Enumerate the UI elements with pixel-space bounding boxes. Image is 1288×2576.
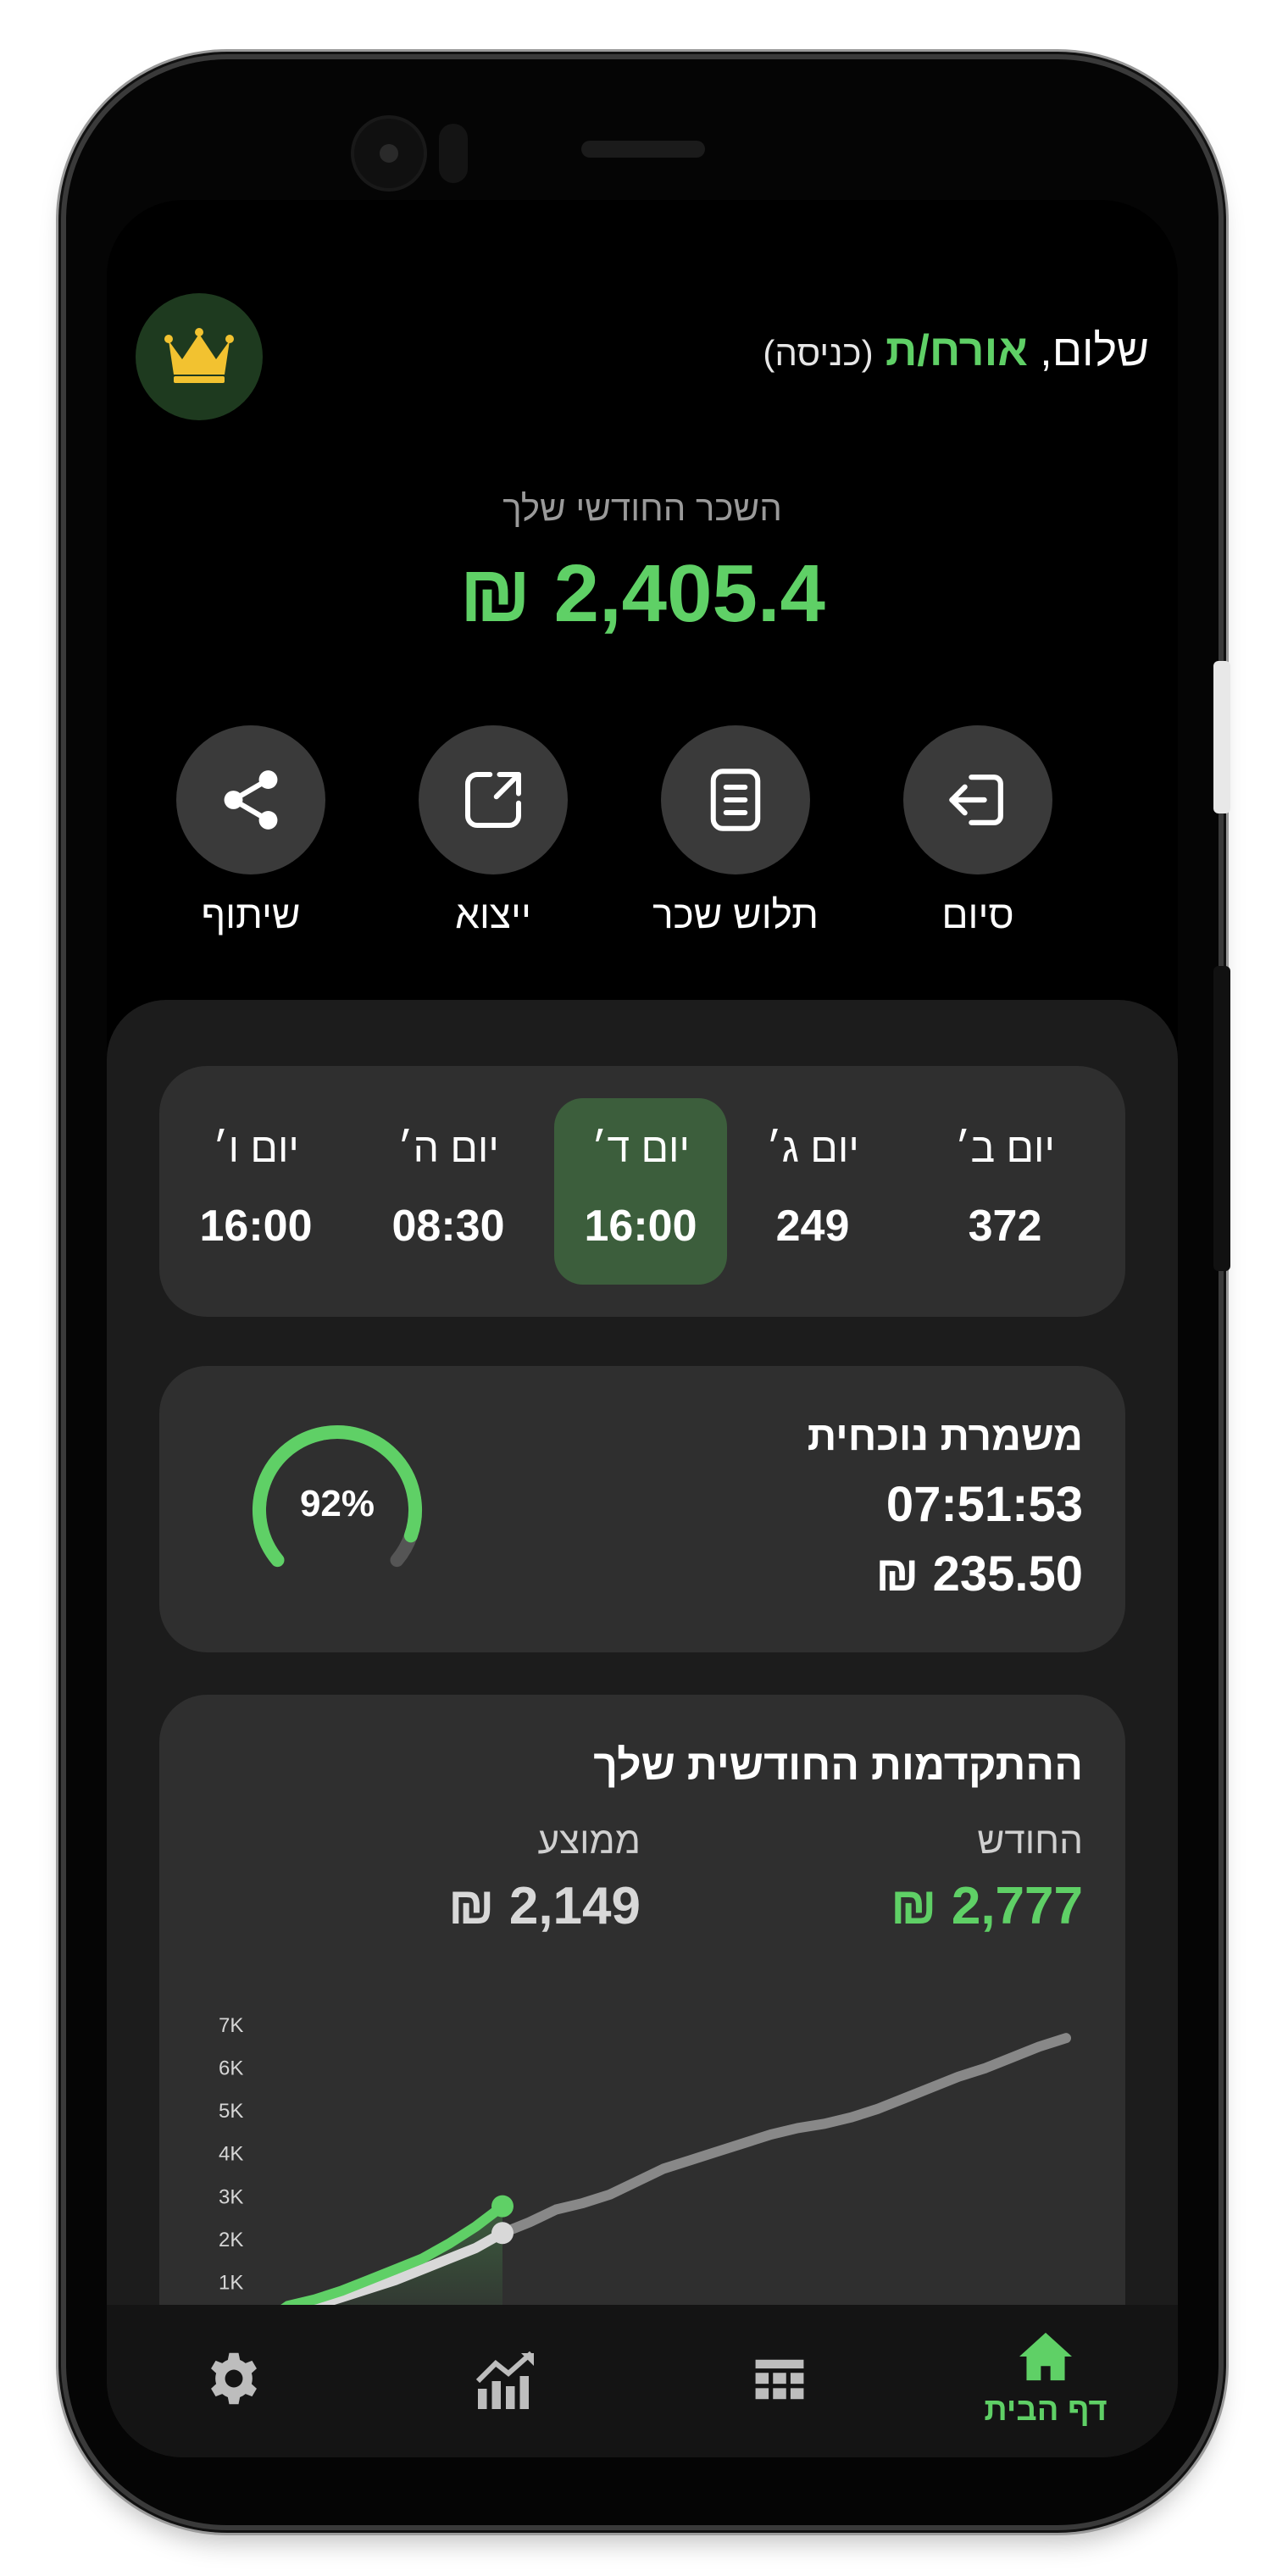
gauge-percent: 92% xyxy=(299,1483,375,1524)
day-wed[interactable]: יום ד׳ 16:00 xyxy=(554,1098,727,1285)
day-thu[interactable]: יום ה׳ 08:30 xyxy=(362,1098,535,1285)
bottom-navigation: דף הבית xyxy=(107,2305,1178,2457)
average-label: ממוצע xyxy=(537,1820,641,1862)
chart-icon xyxy=(475,2351,534,2409)
day-value: 08:30 xyxy=(391,1202,505,1251)
series-end-point-0 xyxy=(491,2195,514,2218)
table-icon xyxy=(755,2359,804,2400)
salary-value: ₪ 2,405.4 xyxy=(459,548,825,639)
y-tick-label: 7K xyxy=(219,2014,243,2037)
end-shift-button[interactable]: סיום xyxy=(859,725,1096,937)
day-value: 16:00 xyxy=(584,1202,697,1251)
progress-title: ההתקדמות החודשית שלך xyxy=(593,1741,1083,1789)
series-end-point-1 xyxy=(491,2222,514,2245)
day-value: 249 xyxy=(775,1202,850,1251)
day-name: יום ב׳ xyxy=(954,1126,1055,1171)
month-label: החודש xyxy=(977,1820,1083,1862)
home-icon xyxy=(1019,2332,1072,2381)
nav-home-label: דף הבית xyxy=(984,2392,1108,2428)
y-tick-label: 1K xyxy=(219,2271,243,2294)
crown-icon xyxy=(164,328,234,383)
shift-title: משמרת נוכחית xyxy=(807,1414,1083,1459)
share-icon xyxy=(224,770,278,830)
day-name: יום ה׳ xyxy=(397,1126,499,1171)
y-tick-label: 6K xyxy=(219,2057,243,2080)
premium-button[interactable] xyxy=(136,293,263,420)
content-sheet: יום ב׳ 372 יום ג׳ 249 יום ד׳ 16:00 יום ה… xyxy=(107,1000,1178,2457)
share-circle[interactable] xyxy=(176,725,325,874)
shift-progress-gauge: 92% xyxy=(244,1417,430,1603)
day-name: יום ד׳ xyxy=(591,1126,690,1171)
export-circle[interactable] xyxy=(419,725,568,874)
share-label: שיתוף xyxy=(201,892,301,936)
export-label: ייצוא xyxy=(455,892,531,936)
day-value: 372 xyxy=(968,1202,1042,1251)
series-line-2 xyxy=(497,2033,1071,2239)
earpiece-speaker xyxy=(581,141,705,158)
power-button xyxy=(1213,661,1230,813)
settings-icon xyxy=(211,2352,257,2405)
nav-stats[interactable] xyxy=(415,2351,602,2416)
export-icon xyxy=(465,772,521,828)
end-shift-label: סיום xyxy=(941,892,1014,936)
y-tick-label: 5K xyxy=(219,2100,243,2123)
shift-timer: 07:51:53 xyxy=(886,1477,1083,1532)
payslip-label: תלוש שכר xyxy=(652,892,819,936)
nav-settings[interactable] xyxy=(141,2351,327,2411)
average-value: ₪ 2,149 xyxy=(447,1877,641,1935)
sensor xyxy=(439,124,468,183)
front-camera xyxy=(354,119,424,188)
salary-label: השכר החודשי שלך xyxy=(502,488,782,528)
greeting: שלום, אורח/ת (כניסה) xyxy=(763,325,1149,376)
day-name: יום ג׳ xyxy=(766,1126,859,1171)
action-buttons: סיום תלוש שכר ייצוא שיתוף xyxy=(107,725,1178,946)
week-days-card: יום ב׳ 372 יום ג׳ 249 יום ד׳ 16:00 יום ה… xyxy=(159,1066,1125,1317)
day-name: יום ו׳ xyxy=(213,1126,299,1171)
payslip-button[interactable]: תלוש שכר xyxy=(617,725,854,937)
month-value: ₪ 2,777 xyxy=(890,1877,1083,1935)
day-tue[interactable]: יום ג׳ 249 xyxy=(726,1098,899,1285)
user-role: (כניסה) xyxy=(763,333,874,373)
day-fri[interactable]: יום ו׳ 16:00 xyxy=(169,1098,342,1285)
nav-table[interactable] xyxy=(686,2357,873,2406)
app-screen: שלום, אורח/ת (כניסה) השכר החודשי שלך ₪ 2… xyxy=(107,200,1178,2457)
user-name: אורח/ת xyxy=(886,326,1028,375)
current-shift-card: משמרת נוכחית 07:51:53 ₪ 235.50 92% xyxy=(159,1366,1125,1652)
end-shift-circle[interactable] xyxy=(903,725,1052,874)
export-button[interactable]: ייצוא xyxy=(375,725,612,937)
shift-earnings: ₪ 235.50 xyxy=(875,1546,1083,1602)
y-tick-label: 3K xyxy=(219,2185,243,2208)
greeting-prefix: שלום, xyxy=(1027,326,1149,375)
share-button[interactable]: שיתוף xyxy=(132,725,369,937)
document-icon xyxy=(710,769,761,831)
day-mon[interactable]: יום ב׳ 372 xyxy=(919,1098,1091,1285)
logout-icon xyxy=(949,774,1003,825)
header: שלום, אורח/ת (כניסה) xyxy=(136,293,1149,420)
monthly-progress-card: ההתקדמות החודשית שלך החודש ₪ 2,777 ממוצע… xyxy=(159,1695,1125,2373)
y-tick-label: 2K xyxy=(219,2229,243,2251)
payslip-circle[interactable] xyxy=(661,725,810,874)
nav-home[interactable]: דף הבית xyxy=(952,2330,1139,2429)
day-value: 16:00 xyxy=(199,1202,313,1251)
volume-button xyxy=(1213,966,1230,1271)
y-tick-label: 4K xyxy=(219,2143,243,2166)
